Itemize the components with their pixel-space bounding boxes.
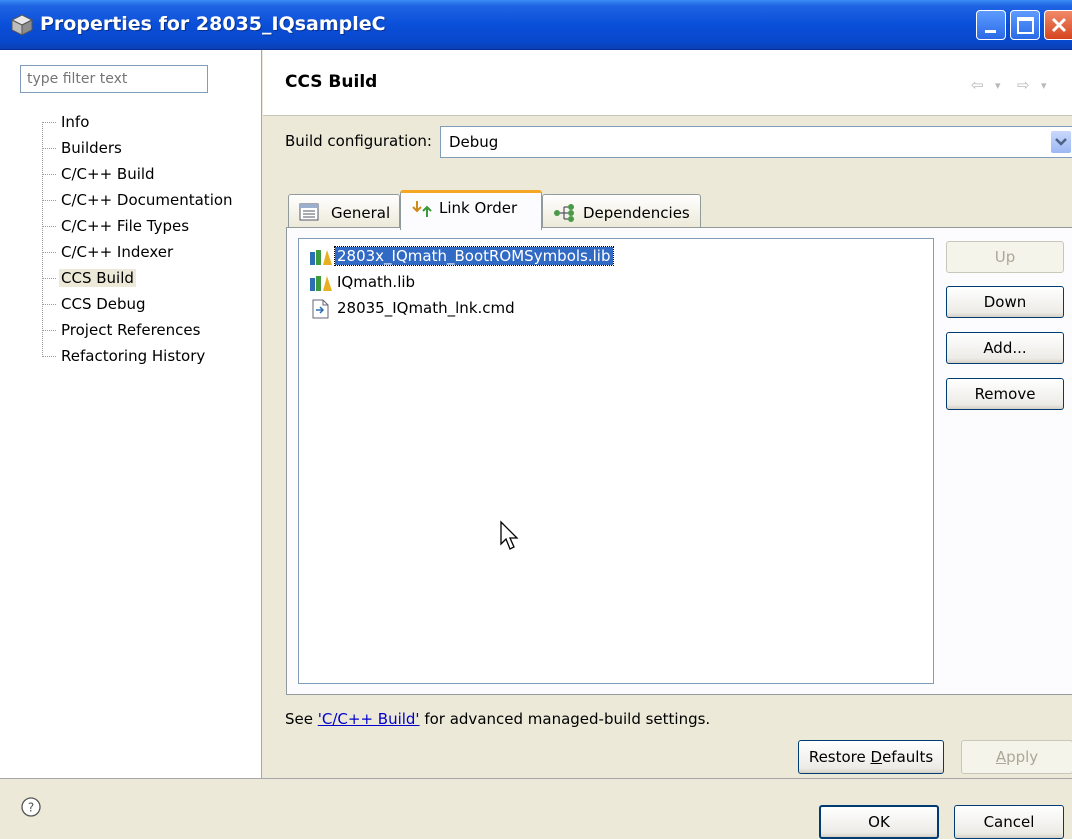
restore-defaults-button[interactable]: Restore Defaults: [798, 740, 944, 774]
remove-button[interactable]: Remove: [946, 378, 1064, 410]
tree-item-label: CCS Build: [59, 269, 136, 287]
cpp-build-link[interactable]: 'C/C++ Build': [318, 710, 420, 728]
ok-button[interactable]: OK: [819, 805, 939, 839]
maximize-icon: [1017, 17, 1034, 34]
minimize-button[interactable]: [976, 10, 1006, 40]
close-icon: [1051, 17, 1067, 33]
list-item-label: 28035_IQmath_lnk.cmd: [337, 299, 515, 317]
tab-link-order[interactable]: Link Order: [400, 190, 542, 230]
list-item-label: 2803x_IQmath_BootROMSymbols.lib: [334, 246, 614, 266]
list-item[interactable]: 2803x_IQmath_BootROMSymbols.lib: [309, 245, 909, 269]
library-icon: [310, 276, 332, 291]
svg-text:?: ?: [28, 801, 34, 815]
tree-item-cpp-file-types[interactable]: C/C++ File Types: [42, 214, 262, 240]
library-icon: [310, 250, 332, 265]
page-header: CCS Build ⇦ ▾ ⇨ ▾: [263, 50, 1072, 116]
apply-button[interactable]: Apply: [961, 740, 1072, 774]
link-order-icon: [412, 201, 432, 217]
tree-item-label: Info: [61, 113, 90, 131]
window-title: Properties for 28035_IQsampleC: [40, 13, 386, 35]
tab-label: Link Order: [439, 199, 518, 217]
properties-dialog: Properties for 28035_IQsampleC Info Buil…: [0, 0, 1072, 839]
maximize-button[interactable]: [1010, 10, 1040, 40]
list-item[interactable]: 28035_IQmath_lnk.cmd: [309, 297, 909, 321]
tree-item-label: C/C++ Indexer: [61, 243, 174, 261]
tree-item-label: Builders: [61, 139, 122, 157]
forward-menu-chevron-icon[interactable]: ▾: [1041, 79, 1047, 92]
cancel-button[interactable]: Cancel: [954, 805, 1064, 839]
up-button[interactable]: Up: [946, 241, 1064, 273]
managed-build-note: See 'C/C++ Build' for advanced managed-b…: [285, 710, 711, 728]
mouse-cursor-icon: [500, 520, 519, 550]
tree-item-refactoring-history[interactable]: Refactoring History: [42, 344, 262, 370]
chevron-down-icon[interactable]: [1051, 131, 1071, 153]
minimize-icon: [985, 30, 996, 33]
tree-item-cpp-build[interactable]: C/C++ Build: [42, 162, 262, 188]
close-button[interactable]: [1044, 10, 1072, 40]
list-item-label: IQmath.lib: [337, 273, 416, 291]
tree-item-cpp-indexer[interactable]: C/C++ Indexer: [42, 240, 262, 266]
back-arrow-icon[interactable]: ⇦: [971, 76, 984, 94]
tab-label: General: [331, 204, 391, 222]
property-tree-pane: Info Builders C/C++ Build C/C++ Document…: [0, 50, 262, 778]
properties-cube-icon: [10, 14, 34, 36]
build-configuration-select[interactable]: Debug: [440, 126, 1072, 158]
tab-dependencies[interactable]: Dependencies: [542, 194, 701, 228]
page-title: CCS Build: [285, 72, 378, 92]
tree-item-ccs-build[interactable]: CCS Build: [42, 266, 262, 292]
help-icon[interactable]: ?: [20, 796, 42, 818]
page-navigation: ⇦ ▾ ⇨ ▾: [971, 76, 1072, 96]
tree-item-cpp-documentation[interactable]: C/C++ Documentation: [42, 188, 262, 214]
tree-item-label: C/C++ Documentation: [61, 191, 233, 209]
property-page: CCS Build ⇦ ▾ ⇨ ▾ Build configuration: D…: [263, 50, 1072, 778]
back-menu-chevron-icon[interactable]: ▾: [995, 79, 1001, 92]
tree-item-ccs-debug[interactable]: CCS Debug: [42, 292, 262, 318]
dependencies-icon: [554, 204, 574, 222]
tree-item-label: Refactoring History: [61, 347, 206, 365]
title-bar[interactable]: Properties for 28035_IQsampleC: [0, 0, 1072, 50]
filter-input[interactable]: [20, 65, 208, 93]
tree-item-label: Project References: [61, 321, 201, 339]
dialog-footer: ? OK Cancel: [0, 778, 1072, 839]
command-file-icon: [312, 299, 329, 319]
build-configuration-value: Debug: [449, 133, 499, 151]
tree-item-info[interactable]: Info: [42, 110, 262, 136]
build-configuration-label: Build configuration:: [285, 132, 432, 150]
tree-item-label: CCS Debug: [61, 295, 146, 313]
down-button[interactable]: Down: [946, 286, 1064, 318]
tree-item-project-references[interactable]: Project References: [42, 318, 262, 344]
link-order-list[interactable]: 2803x_IQmath_BootROMSymbols.lib IQmath.l…: [298, 238, 934, 684]
add-button[interactable]: Add...: [946, 332, 1064, 364]
tab-general[interactable]: General: [288, 194, 400, 228]
tab-label: Dependencies: [583, 204, 690, 222]
forward-arrow-icon[interactable]: ⇨: [1017, 76, 1030, 94]
tree-item-label: C/C++ Build: [61, 165, 155, 183]
tree-item-builders[interactable]: Builders: [42, 136, 262, 162]
tree-item-label: C/C++ File Types: [61, 217, 190, 235]
link-order-panel: 2803x_IQmath_BootROMSymbols.lib IQmath.l…: [286, 227, 1072, 695]
list-icon: [299, 203, 319, 221]
list-item[interactable]: IQmath.lib: [309, 271, 909, 295]
